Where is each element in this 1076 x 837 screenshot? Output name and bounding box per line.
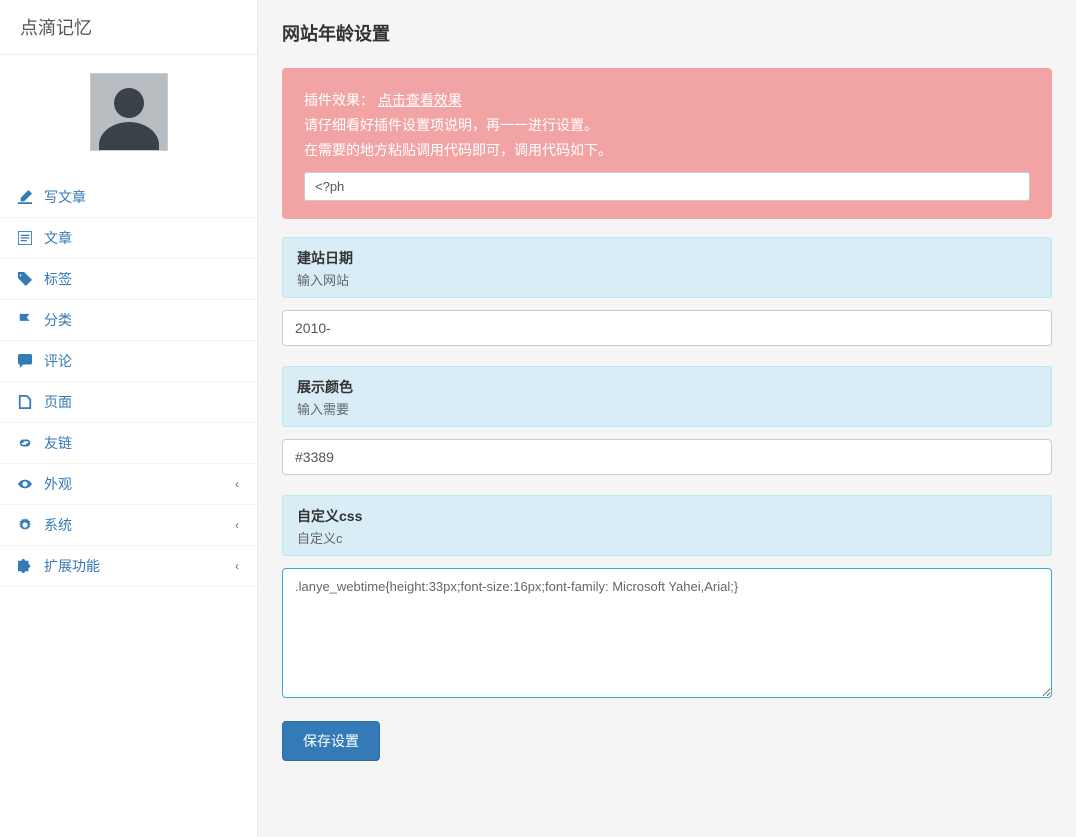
section-title: 自定义css [297,506,1037,526]
page-title: 网站年龄设置 [282,20,1052,46]
sidebar-item-label: 外观 [44,474,72,494]
section-desc: 自定义c [297,528,1037,547]
list-icon [18,231,36,245]
sidebar-item-label: 页面 [44,392,72,412]
avatar-section [0,55,257,173]
flag-icon [18,313,36,327]
section-display-color: 展示颜色 输入需要 [282,366,1052,475]
sidebar-item-label: 扩展功能 [44,556,100,576]
eye-icon [18,477,36,491]
gear-icon [18,518,36,532]
alert-line-3: 在需要的地方粘贴调用代码即可，调用代码如下。 [304,138,1030,163]
build-date-input[interactable] [282,310,1052,346]
sidebar-item-label: 评论 [44,351,72,371]
sidebar-item-system[interactable]: 系统 ‹ [0,505,257,546]
sidebar-item-appearance[interactable]: 外观 ‹ [0,464,257,505]
sidebar-item-write[interactable]: 写文章 [0,177,257,218]
chevron-left-icon: ‹ [235,477,239,491]
save-button[interactable]: 保存设置 [282,721,380,761]
sidebar-item-links[interactable]: 友链 [0,423,257,464]
sidebar-item-categories[interactable]: 分类 [0,300,257,341]
sidebar-item-pages[interactable]: 页面 [0,382,257,423]
section-desc: 输入需要 [297,399,1037,418]
sidebar-item-label: 写文章 [44,187,86,207]
section-header: 展示颜色 输入需要 [282,366,1052,427]
plugin-info-alert: 插件效果： 点击查看效果 请仔细看好插件设置项说明，再一一进行设置。 在需要的地… [282,68,1052,219]
sidebar-item-tags[interactable]: 标签 [0,259,257,300]
user-avatar[interactable] [90,73,168,151]
sidebar: 点滴记忆 写文章 文章 标签 [0,0,258,837]
section-custom-css: 自定义css 自定义c [282,495,1052,701]
call-code-input[interactable] [304,172,1030,201]
chevron-left-icon: ‹ [235,559,239,573]
comments-icon [18,354,36,368]
sidebar-item-label: 标签 [44,269,72,289]
file-icon [18,395,36,409]
view-effect-link[interactable]: 点击查看效果 [378,92,462,108]
main-content: 网站年龄设置 插件效果： 点击查看效果 请仔细看好插件设置项说明，再一一进行设置… [258,0,1076,837]
chevron-left-icon: ‹ [235,518,239,532]
alert-line-1: 插件效果： 点击查看效果 [304,88,1030,113]
link-icon [18,436,36,450]
edit-icon [18,190,36,204]
section-title: 建站日期 [297,248,1037,268]
sidebar-item-label: 文章 [44,228,72,248]
custom-css-textarea[interactable] [282,568,1052,698]
alert-line-2: 请仔细看好插件设置项说明，再一一进行设置。 [304,113,1030,138]
tags-icon [18,272,36,286]
sidebar-item-comments[interactable]: 评论 [0,341,257,382]
section-header: 自定义css 自定义c [282,495,1052,556]
sidebar-item-label: 友链 [44,433,72,453]
brand-title: 点滴记忆 [0,0,257,55]
sidebar-item-label: 系统 [44,515,72,535]
sidebar-item-extensions[interactable]: 扩展功能 ‹ [0,546,257,587]
sidebar-item-label: 分类 [44,310,72,330]
section-desc: 输入网站 [297,270,1037,289]
puzzle-icon [18,559,36,573]
section-header: 建站日期 输入网站 [282,237,1052,298]
section-build-date: 建站日期 输入网站 [282,237,1052,346]
sidebar-nav: 写文章 文章 标签 分类 [0,173,257,587]
section-title: 展示颜色 [297,377,1037,397]
sidebar-item-articles[interactable]: 文章 [0,218,257,259]
display-color-input[interactable] [282,439,1052,475]
